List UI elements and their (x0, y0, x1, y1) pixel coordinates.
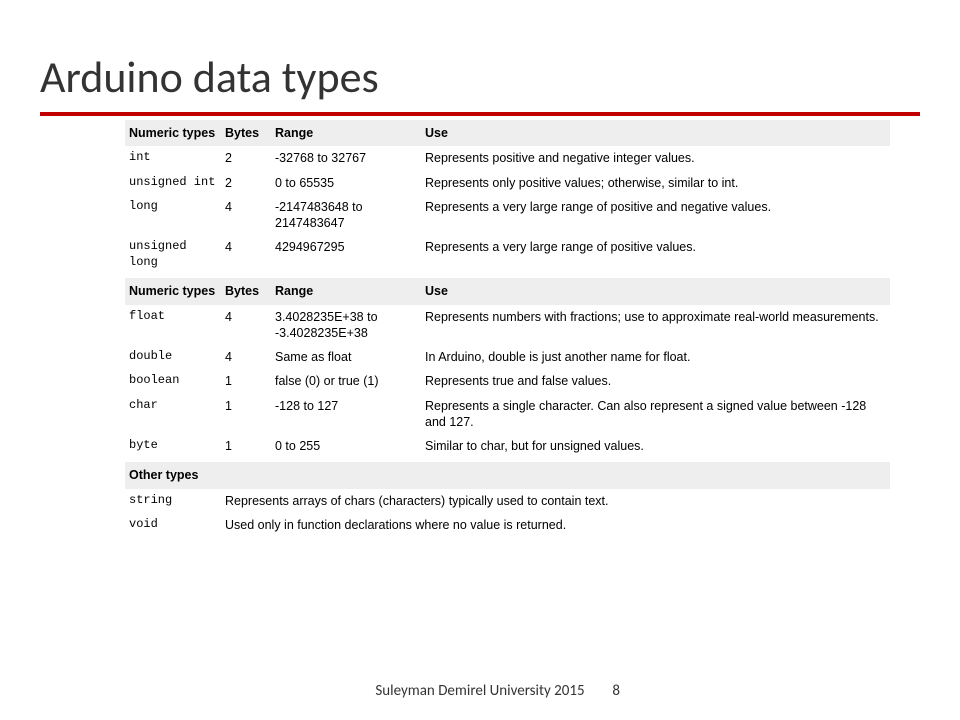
cell-bytes: 4 (225, 345, 275, 369)
table-row: byte10 to 255Similar to char, but for un… (125, 434, 890, 458)
header-numeric-types: Numeric types (125, 278, 225, 304)
cell-use: Represents a very large range of positiv… (425, 235, 890, 274)
cell-type: double (125, 345, 225, 369)
cell-use: Represents only positive values; otherwi… (425, 171, 890, 195)
cell-range: false (0) or true (1) (275, 369, 425, 393)
header-range: Range (275, 120, 425, 146)
cell-bytes: 1 (225, 369, 275, 393)
header-numeric-types: Numeric types (125, 120, 225, 146)
header-bytes: Bytes (225, 120, 275, 146)
cell-range: 0 to 65535 (275, 171, 425, 195)
cell-type: string (125, 489, 225, 513)
header-range: Range (275, 278, 425, 304)
header-bytes: Bytes (225, 278, 275, 304)
cell-type: long (125, 195, 225, 236)
table-row: unsigned int20 to 65535Represents only p… (125, 171, 890, 195)
title-underline (40, 112, 920, 116)
header-use: Use (425, 120, 890, 146)
cell-type: float (125, 305, 225, 346)
cell-range: Same as float (275, 345, 425, 369)
cell-range: -32768 to 32767 (275, 146, 425, 170)
table-header-row-2: Numeric types Bytes Range Use (125, 278, 890, 304)
cell-type: boolean (125, 369, 225, 393)
table-row: int2-32768 to 32767Represents positive a… (125, 146, 890, 170)
table-row: float43.4028235E+38 to -3.4028235E+38Rep… (125, 305, 890, 346)
cell-type: unsigned int (125, 171, 225, 195)
cell-type: void (125, 513, 225, 537)
cell-range: 0 to 255 (275, 434, 425, 458)
cell-bytes: 2 (225, 171, 275, 195)
cell-use: Used only in function declarations where… (225, 513, 890, 537)
cell-range: 3.4028235E+38 to -3.4028235E+38 (275, 305, 425, 346)
cell-use: Represents arrays of chars (characters) … (225, 489, 890, 513)
slide-title: Arduino data types (40, 50, 920, 104)
cell-type: byte (125, 434, 225, 458)
cell-use: Similar to char, but for unsigned values… (425, 434, 890, 458)
table-row: voidUsed only in function declarations w… (125, 513, 890, 537)
cell-bytes: 1 (225, 394, 275, 435)
table-header-other: Other types (125, 462, 890, 488)
cell-bytes: 2 (225, 146, 275, 170)
footer-text: Suleyman Demirel University 2015 (0, 682, 960, 700)
cell-use: Represents true and false values. (425, 369, 890, 393)
cell-use: Represents positive and negative integer… (425, 146, 890, 170)
cell-use: Represents numbers with fractions; use t… (425, 305, 890, 346)
header-use: Use (425, 278, 890, 304)
table-row: double4Same as floatIn Arduino, double i… (125, 345, 890, 369)
cell-use: Represents a single character. Can also … (425, 394, 890, 435)
cell-bytes: 4 (225, 305, 275, 346)
cell-type: char (125, 394, 225, 435)
page-number: 8 (612, 682, 620, 700)
header-other-types: Other types (125, 462, 890, 488)
cell-range: -2147483648 to 2147483647 (275, 195, 425, 236)
cell-type: unsigned long (125, 235, 225, 274)
table-row: stringRepresents arrays of chars (charac… (125, 489, 890, 513)
table-row: char1-128 to 127Represents a single char… (125, 394, 890, 435)
data-types-table: Numeric types Bytes Range Use int2-32768… (40, 120, 920, 537)
cell-bytes: 4 (225, 235, 275, 274)
table-row: boolean1false (0) or true (1)Represents … (125, 369, 890, 393)
cell-use: Represents a very large range of positiv… (425, 195, 890, 236)
cell-bytes: 4 (225, 195, 275, 236)
table-header-row: Numeric types Bytes Range Use (125, 120, 890, 146)
table-row: unsigned long44294967295Represents a ver… (125, 235, 890, 274)
cell-use: In Arduino, double is just another name … (425, 345, 890, 369)
table-row: long4-2147483648 to 2147483647Represents… (125, 195, 890, 236)
cell-range: 4294967295 (275, 235, 425, 274)
cell-type: int (125, 146, 225, 170)
cell-bytes: 1 (225, 434, 275, 458)
cell-range: -128 to 127 (275, 394, 425, 435)
